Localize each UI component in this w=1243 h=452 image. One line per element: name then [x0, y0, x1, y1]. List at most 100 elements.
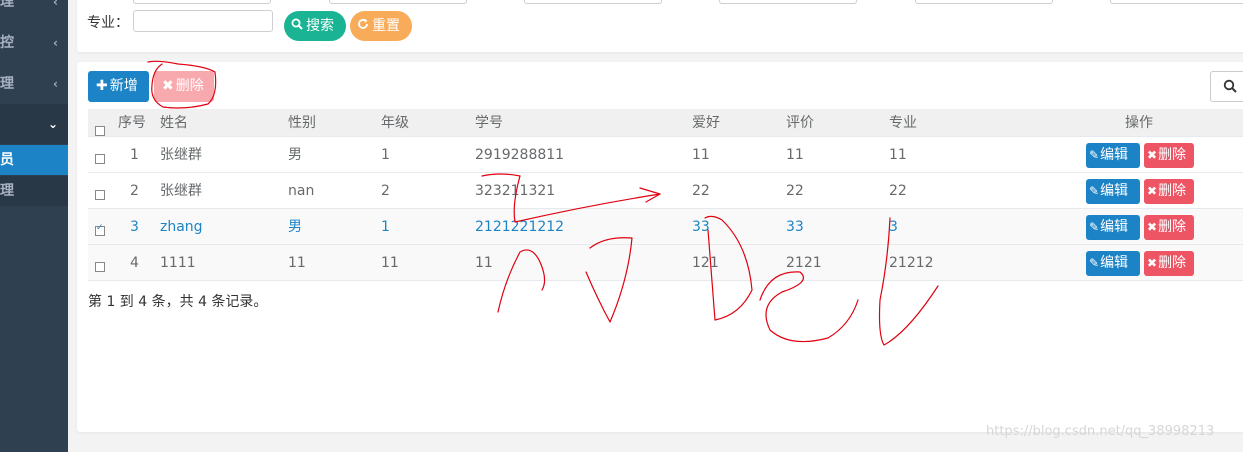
- search-button-label: 搜索: [306, 18, 334, 34]
- delete-button-label: 删除: [1158, 183, 1187, 199]
- sidebar-subitem-personnel[interactable]: 人员: [0, 145, 68, 175]
- header-hobby: 爱好: [692, 115, 720, 131]
- header-major: 专业: [889, 115, 917, 131]
- cell-major: 21212: [889, 255, 934, 271]
- cell-grade: 1: [381, 147, 390, 163]
- table-header-row: 序号 姓名 性别 年级 学号 爱好 评价 专业 操作: [88, 109, 1243, 137]
- table-row[interactable]: 2 张继群 nan 2 323211321 22 22 22 ✎编辑 ✖删除: [88, 173, 1243, 209]
- delete-button-label: 删除: [1158, 147, 1187, 163]
- reset-button-label: 重置: [372, 18, 400, 34]
- table-row[interactable]: 4 1111 11 11 11 121 2121 21212 ✎编辑 ✖删除: [88, 245, 1243, 281]
- row-checkbox[interactable]: [95, 154, 105, 164]
- cell-gender: nan: [288, 183, 315, 199]
- cell-name: zhang: [160, 219, 203, 235]
- major-input[interactable]: [133, 10, 273, 32]
- cell-student-id: 11: [475, 255, 493, 271]
- delete-button[interactable]: ✖删除: [1144, 179, 1194, 204]
- select-all-checkbox[interactable]: [95, 126, 105, 136]
- sidebar-subitem-management[interactable]: 管理: [0, 176, 68, 206]
- row-checkbox[interactable]: [95, 223, 105, 236]
- times-icon: ✖: [1147, 220, 1158, 234]
- cell-gender: 男: [288, 147, 302, 163]
- delete-button[interactable]: ✖删除: [1144, 215, 1194, 240]
- cell-name: 1111: [160, 255, 196, 271]
- cell-name: 张继群: [160, 183, 202, 199]
- edit-button-label: 编辑: [1100, 147, 1129, 163]
- sidebar: 管理 ‹ 监控 ‹ 管理 ‹ 理 ⌄ 人员 管理: [0, 0, 68, 452]
- edit-button[interactable]: ✎编辑: [1086, 215, 1140, 240]
- search-icon: [290, 11, 304, 41]
- search-button[interactable]: 搜索: [284, 11, 346, 41]
- cell-major: 3: [889, 219, 898, 235]
- cell-grade: 2: [381, 183, 390, 199]
- sidebar-item-management-1[interactable]: 管理 ‹: [0, 0, 68, 22]
- times-icon: ✖: [1147, 256, 1158, 270]
- watermark: https://blog.csdn.net/qq_38998213: [986, 424, 1215, 439]
- plus-icon: ✚: [96, 78, 108, 94]
- edit-button-label: 编辑: [1100, 183, 1129, 199]
- sidebar-subitem-label: 人员: [0, 152, 14, 168]
- sidebar-item-label: 监控: [0, 35, 14, 51]
- delete-batch-label: 删除: [175, 78, 204, 94]
- edit-icon: ✎: [1089, 184, 1100, 198]
- cell-hobby: 121: [692, 255, 719, 271]
- sidebar-item-monitor[interactable]: 监控 ‹: [0, 23, 68, 63]
- edit-button[interactable]: ✎编辑: [1086, 251, 1140, 276]
- cell-evaluation: 22: [786, 183, 804, 199]
- cell-grade: 1: [381, 219, 390, 235]
- times-icon: ✖: [1147, 148, 1158, 162]
- table-row[interactable]: 1 张继群 男 1 2919288811 11 11 11 ✎编辑 ✖删除: [88, 137, 1243, 173]
- row-checkbox[interactable]: [95, 262, 105, 272]
- search-icon: [1223, 78, 1237, 97]
- edit-icon: ✎: [1089, 148, 1100, 162]
- filter-input-2[interactable]: [329, 0, 467, 4]
- cell-index: 3: [130, 219, 139, 235]
- cell-index: 4: [130, 255, 139, 271]
- chevron-left-icon: ‹: [53, 36, 58, 50]
- cell-major: 11: [889, 147, 907, 163]
- edit-icon: ✎: [1089, 220, 1100, 234]
- delete-button-label: 删除: [1158, 219, 1187, 235]
- cell-gender: 男: [288, 219, 302, 235]
- cell-index: 2: [130, 183, 139, 199]
- filter-input-1[interactable]: [133, 0, 271, 4]
- cell-grade: 11: [381, 255, 399, 271]
- edit-button[interactable]: ✎编辑: [1086, 179, 1140, 204]
- cell-student-id: 2121221212: [475, 219, 565, 235]
- filter-input-6[interactable]: [1110, 0, 1243, 4]
- cell-major: 22: [889, 183, 907, 199]
- filter-input-3[interactable]: [524, 0, 662, 4]
- filter-input-5[interactable]: [915, 0, 1053, 4]
- delete-button[interactable]: ✖删除: [1144, 143, 1194, 168]
- search-panel: 专业： 搜索 重置: [77, 0, 1243, 52]
- refresh-icon: [356, 11, 370, 41]
- add-button-label: 新增: [109, 78, 138, 94]
- sidebar-subitem-label: 管理: [0, 183, 14, 199]
- filter-input-4[interactable]: [719, 0, 857, 4]
- cell-hobby: 33: [692, 219, 710, 235]
- table-row[interactable]: 3 zhang 男 1 2121221212 33 33 3 ✎编辑 ✖删除: [88, 209, 1243, 245]
- cell-student-id: 323211321: [475, 183, 556, 199]
- delete-button[interactable]: ✖删除: [1144, 251, 1194, 276]
- sidebar-item-management-open[interactable]: 理 ⌄: [0, 104, 68, 144]
- main-panel: ✚ 新增 ✖ 删除 序号 姓名 性别 年级 学号 爱好 评价 专业 操作 1 张继群…: [77, 62, 1243, 432]
- cell-evaluation: 33: [786, 219, 804, 235]
- sidebar-item-label: 管理: [0, 76, 14, 92]
- chevron-left-icon: ‹: [53, 0, 58, 9]
- major-label: 专业：: [87, 15, 129, 31]
- pagination-info: 第 1 到 4 条，共 4 条记录。: [88, 294, 268, 310]
- row-checkbox[interactable]: [95, 190, 105, 200]
- cell-student-id: 2919288811: [475, 147, 565, 163]
- delete-batch-button[interactable]: ✖ 删除: [154, 71, 214, 102]
- reset-button[interactable]: 重置: [350, 11, 412, 41]
- chevron-down-icon: ⌄: [47, 117, 58, 131]
- add-button[interactable]: ✚ 新增: [88, 71, 149, 102]
- times-icon: ✖: [1147, 184, 1158, 198]
- sidebar-item-management-2[interactable]: 管理 ‹: [0, 64, 68, 104]
- edit-button[interactable]: ✎编辑: [1086, 143, 1140, 168]
- toolbar-search-button[interactable]: [1210, 71, 1243, 102]
- header-evaluation: 评价: [786, 115, 814, 131]
- header-gender: 性别: [288, 115, 316, 131]
- cell-index: 1: [130, 147, 139, 163]
- chevron-left-icon: ‹: [53, 77, 58, 91]
